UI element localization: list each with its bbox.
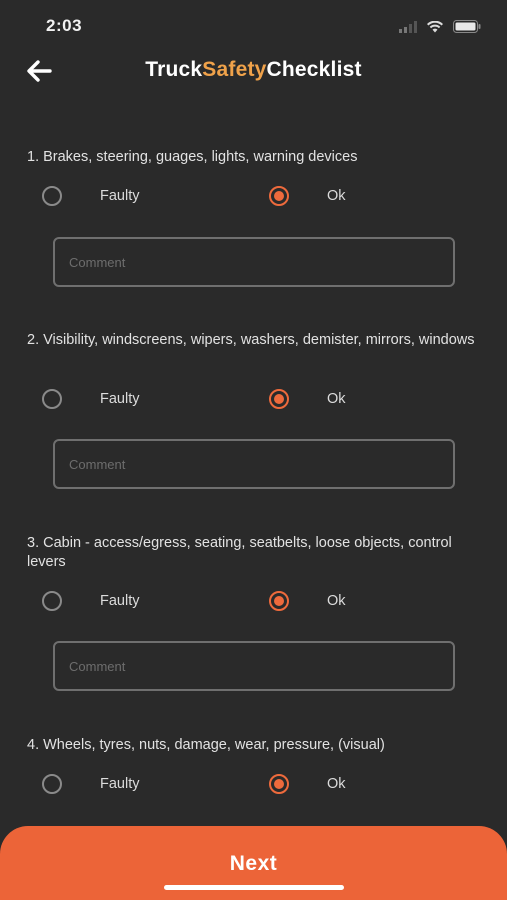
- page-title: TruckSafetyChecklist: [0, 58, 507, 82]
- radio-faulty-3[interactable]: [42, 591, 62, 611]
- signal-icon: [399, 20, 417, 33]
- question-4-text: 4. Wheels, tyres, nuts, damage, wear, pr…: [27, 737, 385, 753]
- radio-ok-2-selected[interactable]: [269, 389, 289, 409]
- option-ok-label: Ok: [327, 188, 346, 204]
- option-ok-3[interactable]: Ok: [269, 591, 346, 611]
- option-faulty-label: Faulty: [100, 776, 140, 792]
- radio-dot: [274, 394, 284, 404]
- option-faulty-label: Faulty: [100, 593, 140, 609]
- radio-ok-1-selected[interactable]: [269, 186, 289, 206]
- option-faulty-label: Faulty: [100, 391, 140, 407]
- truck-safety-checklist-screen: 2:03 TruckSafetyChecklist 1. Brakes, ste…: [0, 0, 507, 900]
- header: TruckSafetyChecklist: [0, 48, 507, 96]
- title-checklist: Checklist: [266, 58, 362, 81]
- battery-icon: [453, 20, 481, 33]
- option-ok-2[interactable]: Ok: [269, 389, 346, 409]
- option-faulty-1[interactable]: Faulty: [42, 186, 140, 206]
- option-ok-label: Ok: [327, 391, 346, 407]
- status-time: 2:03: [46, 16, 83, 35]
- wifi-icon: [427, 20, 443, 32]
- option-ok-1[interactable]: Ok: [269, 186, 346, 206]
- question-2-text: 2. Visibility, windscreens, wipers, wash…: [27, 332, 475, 348]
- option-faulty-label: Faulty: [100, 188, 140, 204]
- question-1-text: 1. Brakes, steering, guages, lights, war…: [27, 149, 358, 165]
- option-faulty-4[interactable]: Faulty: [42, 774, 140, 794]
- question-3-text: 3. Cabin - access/egress, seating, seatb…: [27, 535, 452, 570]
- title-safety: Safety: [202, 58, 267, 81]
- radio-dot: [274, 779, 284, 789]
- option-ok-4[interactable]: Ok: [269, 774, 346, 794]
- comment-input-2[interactable]: [53, 439, 455, 489]
- comment-input-1[interactable]: [53, 237, 455, 287]
- home-indicator: [164, 885, 344, 890]
- radio-faulty-4[interactable]: [42, 774, 62, 794]
- radio-ok-3-selected[interactable]: [269, 591, 289, 611]
- title-truck: Truck: [145, 58, 203, 81]
- option-faulty-3[interactable]: Faulty: [42, 591, 140, 611]
- status-bar: 2:03: [0, 0, 507, 44]
- radio-faulty-1[interactable]: [42, 186, 62, 206]
- radio-ok-4-selected[interactable]: [269, 774, 289, 794]
- status-icons: [399, 20, 481, 33]
- comment-input-3[interactable]: [53, 641, 455, 691]
- radio-dot: [274, 191, 284, 201]
- option-ok-label: Ok: [327, 776, 346, 792]
- next-button-label: Next: [229, 852, 278, 875]
- radio-dot: [274, 596, 284, 606]
- option-ok-label: Ok: [327, 593, 346, 609]
- radio-faulty-2[interactable]: [42, 389, 62, 409]
- option-faulty-2[interactable]: Faulty: [42, 389, 140, 409]
